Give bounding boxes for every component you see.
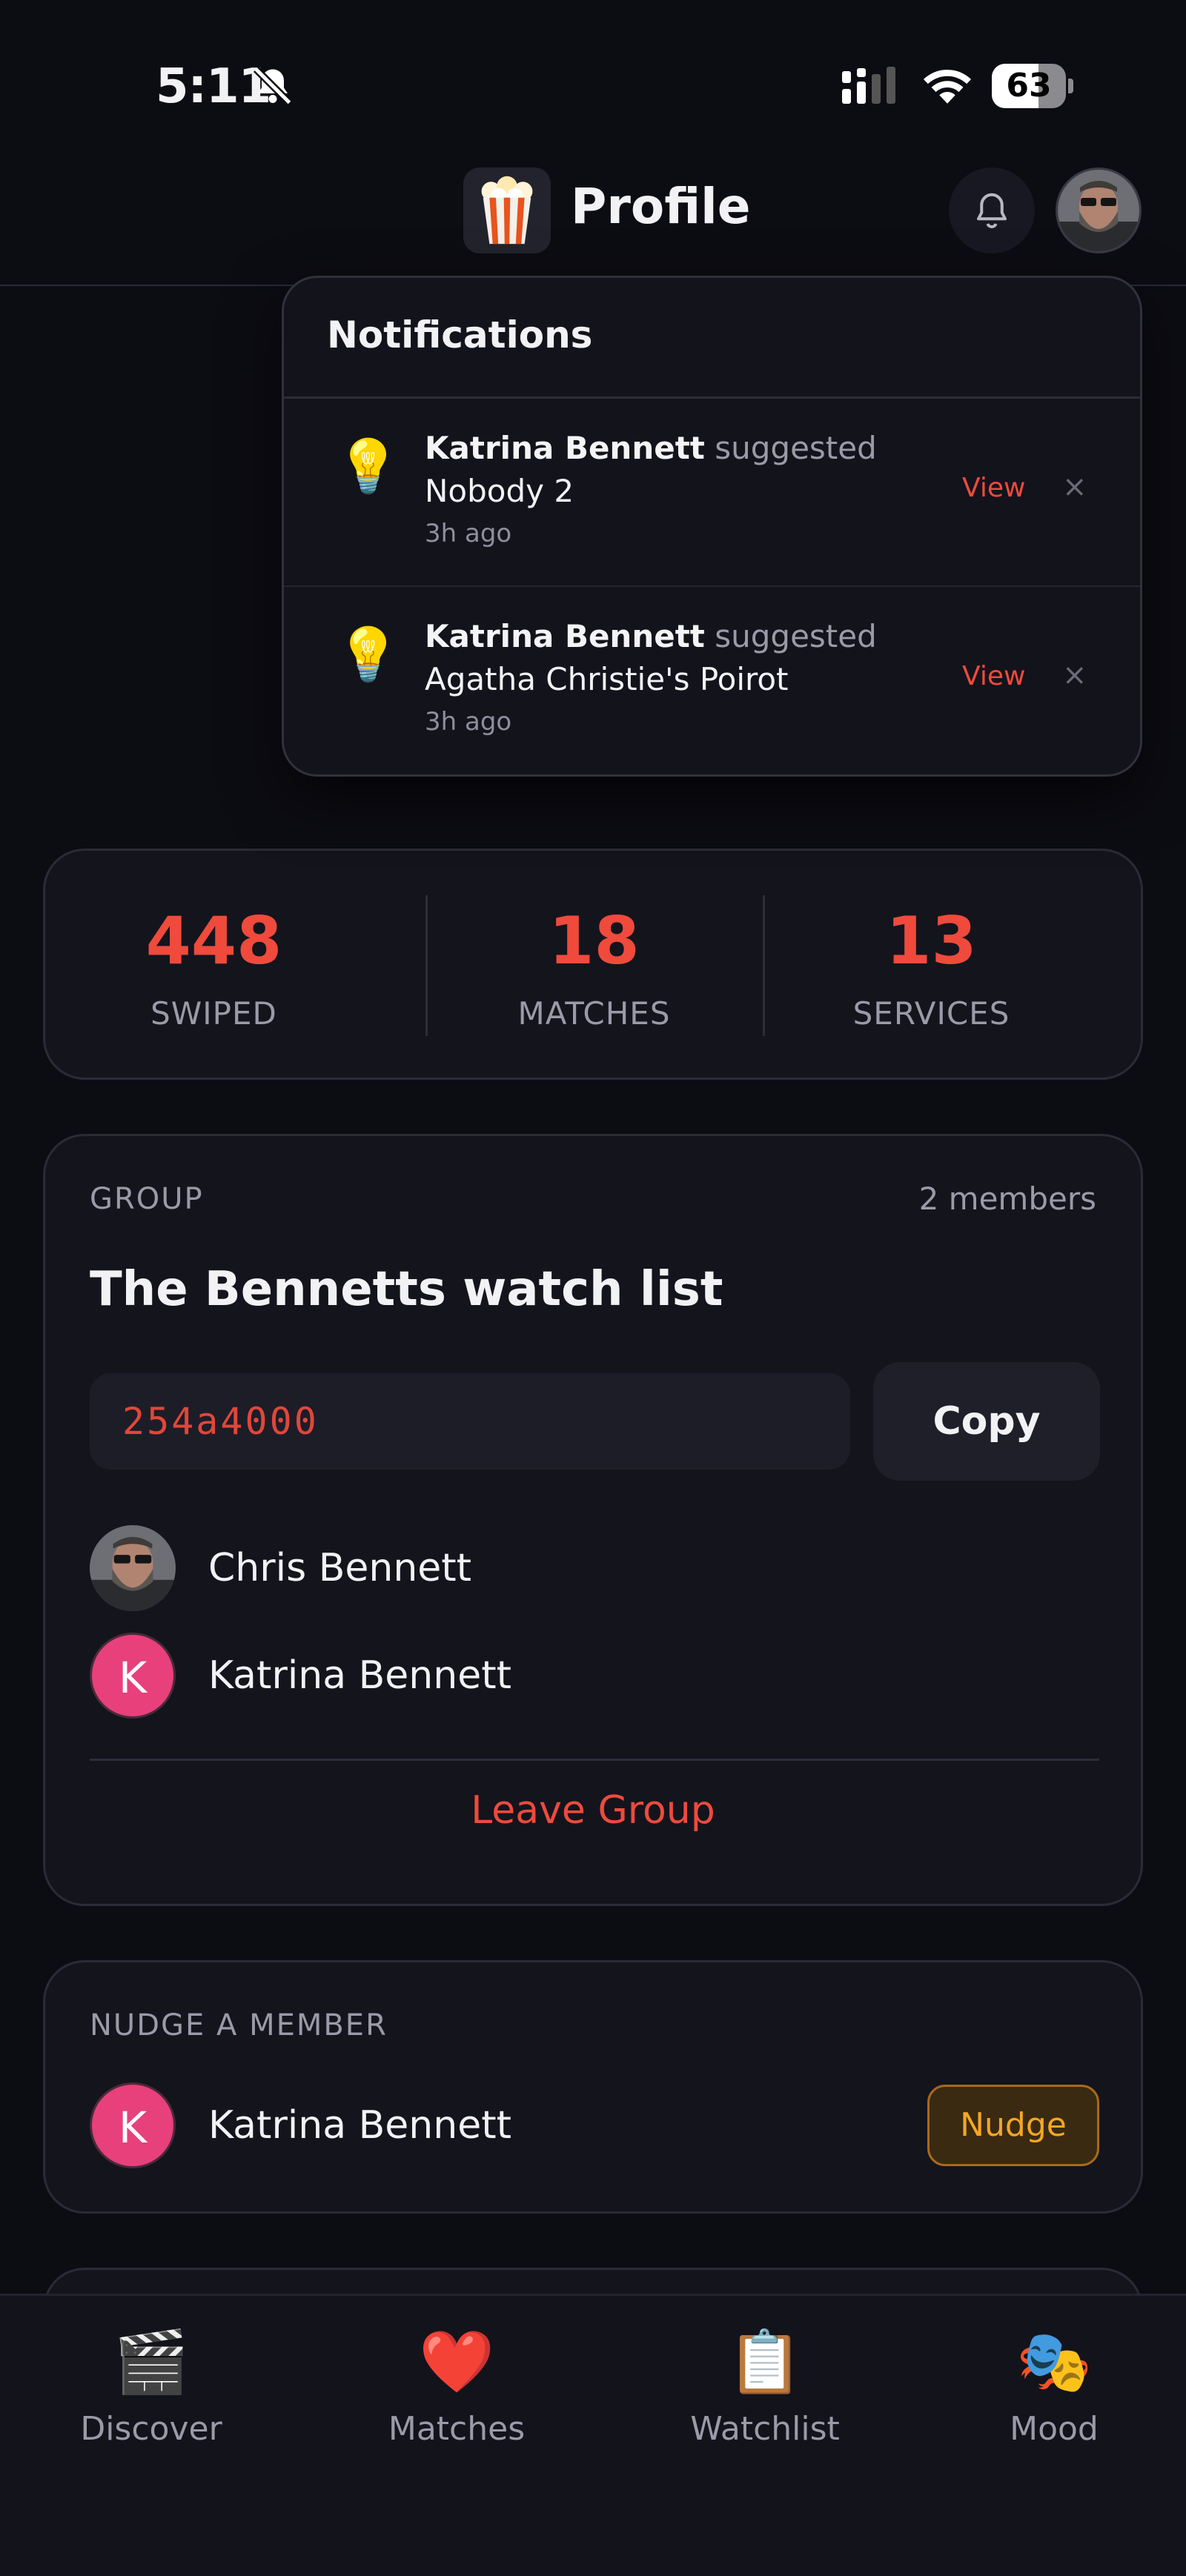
bell-icon <box>977 193 1007 229</box>
stat-value: 448 <box>145 903 282 979</box>
copy-button[interactable]: Copy <box>873 1362 1100 1481</box>
stat-label: MATCHES <box>517 995 671 1032</box>
stat-matches: 18 MATCHES <box>425 851 763 1082</box>
app-header: Profile <box>0 148 1186 286</box>
profile-avatar-button[interactable] <box>1056 167 1142 253</box>
notifications-button[interactable] <box>949 167 1035 253</box>
stat-services: 13 SERVICES <box>763 851 1100 1082</box>
clipboard-icon: 📋 <box>726 2327 804 2397</box>
bottom-nav: 🎬 Discover ❤️ Matches 📋 Watchlist 🎭 Mood <box>0 2294 1186 2576</box>
battery-tip <box>1068 79 1073 93</box>
notification-item: 💡 Katrina Bennett suggested Nobody 2 3h … <box>284 399 1140 587</box>
group-section-label: GROUP <box>90 1182 204 1216</box>
heart-icon: ❤️ <box>418 2327 495 2397</box>
clapper-board-icon: 🎬 <box>113 2327 190 2397</box>
close-icon[interactable]: × <box>1062 470 1087 504</box>
close-icon[interactable]: × <box>1062 658 1087 692</box>
stat-value: 13 <box>886 903 977 979</box>
notification-time: 3h ago <box>425 707 512 737</box>
avatar <box>90 1525 176 1611</box>
notifications-dropdown: Notifications 💡 Katrina Bennett suggeste… <box>282 276 1142 777</box>
nav-label: Discover <box>80 2410 222 2448</box>
battery-icon: 63 <box>992 64 1073 108</box>
nudge-member-row: K Katrina Bennett <box>90 2082 1053 2171</box>
lightbulb-icon: 💡 <box>336 624 401 685</box>
battery-percent: 63 <box>1006 67 1052 104</box>
leave-group-button[interactable]: Leave Group <box>45 1788 1141 1833</box>
notification-item: 💡 Katrina Bennett suggested Agatha Chris… <box>284 587 1140 775</box>
notification-show-title: Nobody 2 <box>425 473 574 509</box>
notification-sender: Katrina Bennett <box>425 618 705 654</box>
notification-action: suggested <box>715 430 877 466</box>
notification-time: 3h ago <box>425 519 512 548</box>
notification-view-link[interactable]: View <box>962 473 1025 503</box>
member-row: K Katrina Bennett <box>90 1633 1053 1722</box>
nudge-button[interactable]: Nudge <box>927 2085 1099 2166</box>
group-code-field[interactable]: 254a4000 <box>90 1373 850 1470</box>
notification-show-title: Agatha Christie's Poirot <box>425 661 789 697</box>
status-bar: 5:11 63 <box>0 0 1186 148</box>
nudge-section-label: NUDGE A MEMBER <box>90 2008 388 2042</box>
nudge-card: NUDGE A MEMBER K Katrina Bennett Nudge <box>43 1960 1143 2214</box>
avatar: K <box>90 1633 176 1719</box>
lightbulb-icon: 💡 <box>336 436 401 497</box>
nav-label: Matches <box>388 2410 526 2448</box>
stat-value: 18 <box>549 903 640 979</box>
battery-body: 63 <box>992 64 1066 108</box>
cellular-signal-icon <box>842 67 895 104</box>
stat-label: SWIPED <box>150 995 277 1032</box>
notifications-title: Notifications <box>327 313 593 356</box>
group-divider <box>90 1759 1099 1761</box>
group-card: GROUP 2 members The Bennetts watch list … <box>43 1134 1143 1906</box>
popcorn-icon <box>463 167 551 253</box>
member-name: Katrina Bennett <box>208 1653 511 1698</box>
group-members-count: 2 members <box>918 1181 1096 1217</box>
nav-label: Mood <box>1010 2410 1099 2448</box>
nav-mood[interactable]: 🎭 Mood <box>943 2326 1165 2448</box>
stat-label: SERVICES <box>852 995 1010 1032</box>
wifi-icon <box>923 70 972 104</box>
member-name: Katrina Bennett <box>208 2103 511 2148</box>
notification-text: Katrina Bennett suggested Nobody 2 <box>425 427 899 513</box>
notification-sender: Katrina Bennett <box>425 430 705 466</box>
bell-slash-icon <box>253 66 293 106</box>
nav-watchlist[interactable]: 📋 Watchlist <box>654 2326 876 2448</box>
group-name: The Bennetts watch list <box>90 1262 723 1317</box>
member-row: Chris Bennett <box>90 1525 1053 1614</box>
nav-label: Watchlist <box>690 2410 840 2448</box>
nav-discover[interactable]: 🎬 Discover <box>40 2326 262 2448</box>
stat-swiped: 448 SWIPED <box>45 851 382 1082</box>
theater-masks-icon: 🎭 <box>1016 2327 1093 2397</box>
stats-card: 448 SWIPED 18 MATCHES 13 SERVICES <box>43 849 1143 1080</box>
user-avatar <box>1058 170 1139 251</box>
member-photo-avatar <box>90 1525 176 1611</box>
notification-view-link[interactable]: View <box>962 661 1025 691</box>
notification-action: suggested <box>715 618 877 654</box>
member-name: Chris Bennett <box>208 1546 472 1590</box>
notification-text: Katrina Bennett suggested Agatha Christi… <box>425 615 899 701</box>
nav-matches[interactable]: ❤️ Matches <box>345 2326 568 2448</box>
page-title: Profile <box>571 178 751 235</box>
avatar: K <box>90 2082 176 2168</box>
